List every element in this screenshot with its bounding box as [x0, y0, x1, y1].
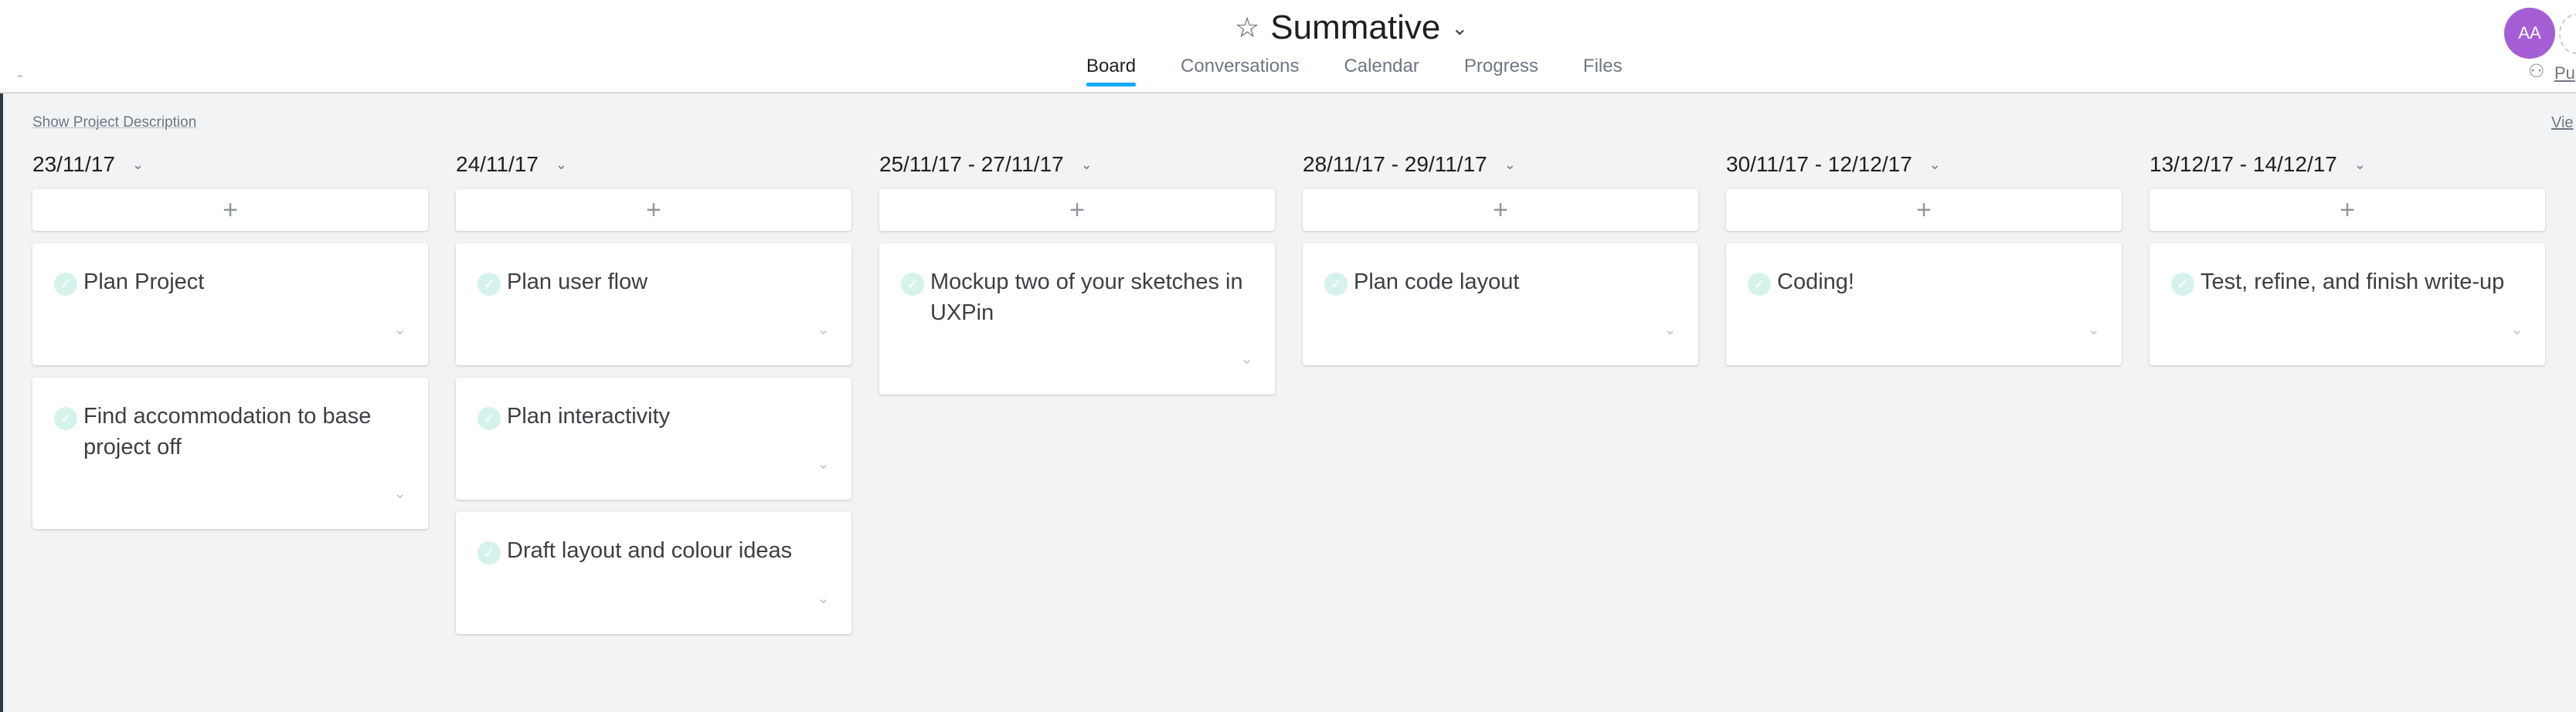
tab-board[interactable]: Board	[1086, 56, 1137, 86]
column-title: 30/11/17 - 12/12/17	[1726, 152, 1912, 176]
chevron-down-icon[interactable]: ⌄	[2354, 157, 2366, 173]
plus-icon: +	[223, 195, 238, 225]
column-header[interactable]: 13/12/17 - 14/12/17 ⌄	[2149, 151, 2545, 178]
chevron-down-icon[interactable]: ⌄	[1664, 320, 1677, 339]
chevron-down-icon[interactable]: ⌄	[2087, 320, 2100, 339]
task-card[interactable]: ✓ Plan user flow ⌄	[456, 243, 851, 365]
chevron-down-icon[interactable]: ⌄	[817, 588, 830, 608]
plus-icon: +	[1916, 195, 1932, 225]
chevron-down-icon[interactable]: ⌄	[393, 320, 406, 339]
check-circle-icon[interactable]: ✓	[901, 273, 924, 296]
board-column: 30/11/17 - 12/12/17 ⌄ + ✓ Coding! ⌄	[1726, 151, 2122, 365]
board-column: 25/11/17 - 27/11/17 ⌄ + ✓ Mockup two of …	[879, 151, 1275, 395]
star-icon[interactable]: ☆	[1235, 14, 1259, 42]
column-header[interactable]: 23/11/17 ⌄	[32, 151, 428, 178]
task-card[interactable]: ✓ Mockup two of your sketches in UXPin ⌄	[879, 243, 1275, 395]
add-task-button[interactable]: +	[32, 189, 428, 231]
task-card[interactable]: ✓ Find accommodation to base project off…	[32, 378, 428, 529]
view-link[interactable]: Vie	[2551, 114, 2574, 132]
check-circle-icon[interactable]: ✓	[477, 407, 501, 430]
chevron-down-icon[interactable]: ⌄	[1240, 349, 1253, 368]
column-title: 28/11/17 - 29/11/17	[1303, 152, 1487, 176]
add-task-button[interactable]: +	[1726, 189, 2122, 231]
chevron-down-icon[interactable]: ⌄	[1081, 157, 1093, 173]
public-link[interactable]: Pu	[2554, 63, 2575, 83]
task-card[interactable]: ✓ Plan Project ⌄	[32, 243, 428, 365]
people-icon: ⚇	[2528, 61, 2545, 82]
plus-icon: +	[2340, 195, 2355, 225]
project-title[interactable]: Summative	[1270, 11, 1440, 45]
chevron-down-icon[interactable]: ⌄	[817, 320, 830, 339]
collapse-icon[interactable]: ⌃	[15, 73, 25, 86]
project-header: ⌃ ☆ Summative ⌄ Board Conversations Cale…	[0, 0, 2576, 93]
column-header[interactable]: 30/11/17 - 12/12/17 ⌄	[1726, 151, 2122, 178]
chevron-down-icon[interactable]: ⌄	[556, 157, 567, 173]
check-circle-icon[interactable]: ✓	[54, 273, 77, 296]
show-project-description-link[interactable]: Show Project Description	[32, 114, 196, 131]
task-name: Find accommodation to base project off	[83, 404, 372, 459]
task-card[interactable]: ✓ Test, refine, and finish write-up ⌄	[2149, 243, 2545, 365]
task-name: Draft layout and colour ideas	[507, 538, 793, 563]
add-member-icon[interactable]	[2559, 14, 2576, 54]
check-circle-icon[interactable]: ✓	[477, 273, 501, 296]
tab-calendar[interactable]: Calendar	[1344, 56, 1419, 86]
column-title: 25/11/17 - 27/11/17	[879, 152, 1064, 176]
column-title: 13/12/17 - 14/12/17	[2149, 152, 2337, 176]
project-title-area: ☆ Summative ⌄	[1235, 11, 1468, 45]
board-column: 24/11/17 ⌄ + ✓ Plan user flow ⌄ ✓ Plan i…	[456, 151, 851, 634]
chevron-down-icon[interactable]: ⌄	[2510, 320, 2523, 339]
task-name: Coding!	[1777, 270, 1854, 294]
check-circle-icon[interactable]: ✓	[2171, 273, 2194, 296]
chevron-down-icon[interactable]: ⌄	[1504, 157, 1516, 173]
board-column: 23/11/17 ⌄ + ✓ Plan Project ⌄ ✓ Find acc…	[32, 151, 428, 529]
task-name: Test, refine, and finish write-up	[2200, 270, 2505, 294]
chevron-down-icon[interactable]: ⌄	[132, 157, 144, 173]
plus-icon: +	[1493, 195, 1508, 225]
plus-icon: +	[1069, 195, 1085, 225]
add-task-button[interactable]: +	[2149, 189, 2545, 231]
chevron-down-icon[interactable]: ⌄	[393, 483, 406, 503]
task-name: Plan user flow	[507, 270, 648, 294]
column-title: 23/11/17	[32, 152, 115, 176]
left-edge-bar	[0, 0, 3, 712]
tab-conversations[interactable]: Conversations	[1181, 56, 1299, 86]
check-circle-icon[interactable]: ✓	[1748, 273, 1771, 296]
task-name: Plan Project	[83, 270, 205, 294]
chevron-down-icon[interactable]: ⌄	[1451, 16, 1468, 40]
avatar[interactable]: AA	[2504, 8, 2555, 59]
column-header[interactable]: 24/11/17 ⌄	[456, 151, 851, 178]
column-header[interactable]: 28/11/17 - 29/11/17 ⌄	[1303, 151, 1698, 178]
add-task-button[interactable]: +	[456, 189, 851, 231]
tab-files[interactable]: Files	[1583, 56, 1623, 86]
check-circle-icon[interactable]: ✓	[1324, 273, 1347, 296]
check-circle-icon[interactable]: ✓	[477, 541, 501, 565]
task-card[interactable]: ✓ Coding! ⌄	[1726, 243, 2122, 365]
add-task-button[interactable]: +	[1303, 189, 1698, 231]
add-task-button[interactable]: +	[879, 189, 1275, 231]
task-name: Plan code layout	[1354, 270, 1520, 294]
plus-icon: +	[646, 195, 661, 225]
board-column: 13/12/17 - 14/12/17 ⌄ + ✓ Test, refine, …	[2149, 151, 2545, 365]
chevron-down-icon[interactable]: ⌄	[817, 454, 830, 473]
tab-progress[interactable]: Progress	[1464, 56, 1538, 86]
task-card[interactable]: ✓ Plan code layout ⌄	[1303, 243, 1698, 365]
task-card[interactable]: ✓ Plan interactivity ⌄	[456, 378, 851, 500]
project-tabs: Board Conversations Calendar Progress Fi…	[1086, 56, 1667, 86]
check-circle-icon[interactable]: ✓	[54, 407, 77, 430]
board-column: 28/11/17 - 29/11/17 ⌄ + ✓ Plan code layo…	[1303, 151, 1698, 365]
column-title: 24/11/17	[456, 152, 539, 176]
task-card[interactable]: ✓ Draft layout and colour ideas ⌄	[456, 512, 851, 634]
task-name: Plan interactivity	[507, 404, 671, 429]
chevron-down-icon[interactable]: ⌄	[1929, 157, 1941, 173]
task-name: Mockup two of your sketches in UXPin	[930, 270, 1243, 325]
column-header[interactable]: 25/11/17 - 27/11/17 ⌄	[879, 151, 1275, 178]
